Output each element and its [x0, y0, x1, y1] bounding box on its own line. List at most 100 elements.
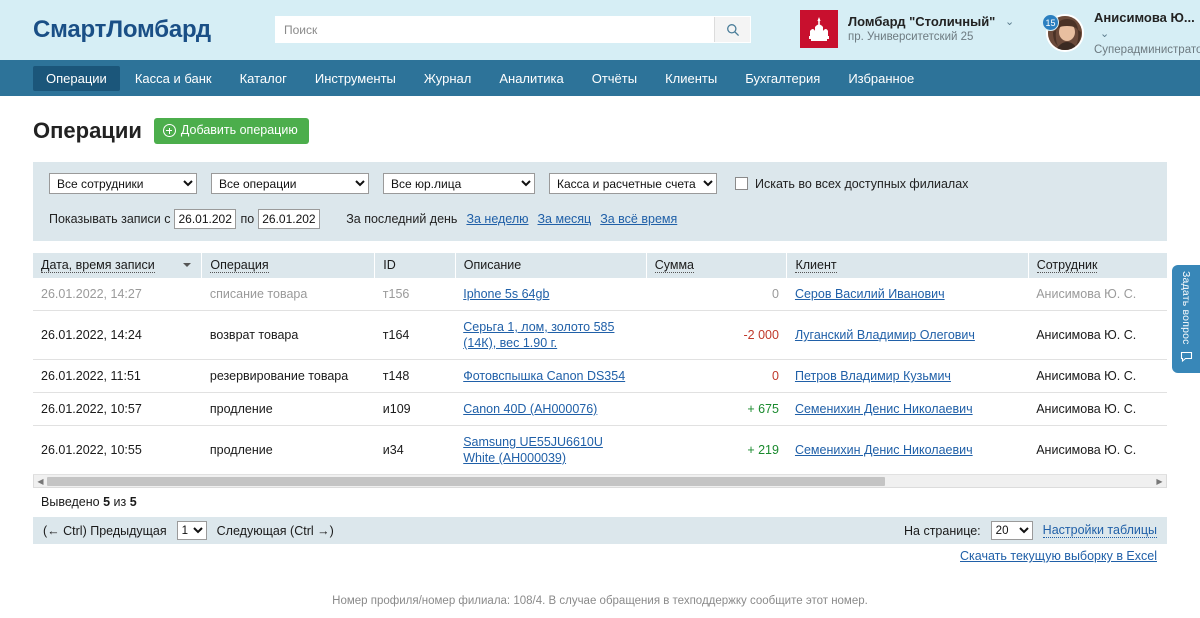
operation-filter-select[interactable]: Все операции [211, 173, 369, 194]
nav-item-analytics[interactable]: Аналитика [486, 66, 576, 91]
cell-client: Серов Василий Иванович [787, 278, 1028, 311]
cell-operation: продление [202, 426, 375, 475]
column-header-description[interactable]: Описание [455, 253, 646, 278]
nav-item-journal[interactable]: Журнал [411, 66, 484, 91]
branch-selector[interactable]: Ломбард "Столичный" ⌄ пр. Университетски… [800, 10, 1014, 48]
cell-description: Фотовспышка Canon DS354 [455, 360, 646, 393]
legal-entity-filter-select[interactable]: Все юр.лица [383, 173, 535, 194]
cell-date: 26.01.2022, 11:51 [33, 360, 202, 393]
description-link[interactable]: Фотовспышка Canon DS354 [463, 369, 625, 383]
nav-item-operations[interactable]: Операции [33, 66, 120, 91]
sort-desc-icon[interactable] [183, 263, 191, 267]
scroll-left-icon[interactable]: ◀ [34, 475, 47, 487]
branch-address: пр. Университетский 25 [848, 30, 1014, 44]
client-link[interactable]: Семенихин Денис Николаевич [795, 443, 973, 457]
cell-id: т164 [375, 311, 455, 360]
search-button[interactable] [714, 17, 750, 42]
page-footer: Номер профиля/номер филиала: 108/4. В сл… [33, 589, 1167, 618]
user-role: Суперадминистратор [1094, 43, 1200, 57]
cell-id: т148 [375, 360, 455, 393]
nav-item-catalog[interactable]: Каталог [227, 66, 300, 91]
plus-circle-icon [163, 124, 176, 137]
download-excel-link[interactable]: Скачать текущую выборку в Excel [960, 549, 1157, 563]
prev-page-button[interactable]: (← Ctrl) Предыдущая [43, 524, 167, 538]
cell-id: и34 [375, 426, 455, 475]
table-header-row: Дата, время записи Операция ID Описание … [33, 253, 1167, 278]
column-header-date[interactable]: Дата, время записи [33, 253, 202, 278]
cell-id: т156 [375, 278, 455, 311]
client-link[interactable]: Петров Владимир Кузьмич [795, 369, 951, 383]
column-header-amount[interactable]: Сумма [646, 253, 787, 278]
per-page-label: На странице: [904, 524, 981, 538]
page-number-select[interactable]: 1 [177, 521, 207, 540]
description-link[interactable]: Iphone 5s 64gb [463, 287, 549, 301]
client-link[interactable]: Луганский Владимир Олегович [795, 328, 975, 342]
cell-id: и109 [375, 393, 455, 426]
cell-operation: списание товара [202, 278, 375, 311]
footer-profile-line: Номер профиля/номер филиала: 108/4. В сл… [33, 589, 1167, 613]
client-link[interactable]: Серов Василий Иванович [795, 287, 945, 301]
column-header-operation[interactable]: Операция [202, 253, 375, 278]
cell-client: Луганский Владимир Олегович [787, 311, 1028, 360]
description-link[interactable]: Серьга 1, лом, золото 585 (14К), вес 1.9… [463, 320, 614, 350]
employee-filter-select[interactable]: Все сотрудники [49, 173, 197, 194]
scroll-right-icon[interactable]: ▶ [1153, 475, 1166, 487]
column-header-client[interactable]: Клиент [787, 253, 1028, 278]
date-to-label: по [240, 212, 254, 226]
nav-item-favorites[interactable]: Избранное [835, 66, 927, 91]
period-link-all[interactable]: За всё время [600, 212, 677, 226]
summary-total: 5 [130, 495, 137, 509]
client-link[interactable]: Семенихин Денис Николаевич [795, 402, 973, 416]
period-link-week[interactable]: За неделю [466, 212, 528, 226]
scroll-thumb[interactable] [47, 477, 885, 486]
column-header-id[interactable]: ID [375, 253, 455, 278]
ask-question-tab[interactable]: Задать вопрос [1172, 265, 1200, 373]
nav-item-tools[interactable]: Инструменты [302, 66, 409, 91]
date-to-input[interactable] [258, 209, 320, 229]
brand-logo: СмартЛомбард [33, 16, 211, 44]
cell-date: 26.01.2022, 14:24 [33, 311, 202, 360]
cell-amount: -2 000 [646, 311, 787, 360]
nav-item-reports[interactable]: Отчёты [579, 66, 650, 91]
table-row[interactable]: 26.01.2022, 14:27 списание товара т156 I… [33, 278, 1167, 311]
filter-panel: Все сотрудники Все операции Все юр.лица … [33, 162, 1167, 241]
cell-date: 26.01.2022, 10:55 [33, 426, 202, 475]
description-link[interactable]: Canon 40D (AH000076) [463, 402, 597, 416]
date-from-input[interactable] [174, 209, 236, 229]
chevron-down-icon[interactable]: ⌄ [1100, 28, 1109, 42]
add-operation-button[interactable]: Добавить операцию [154, 118, 309, 144]
user-menu[interactable]: 15 Анисимова Ю... ⌄ Суперадминистратор [1046, 10, 1200, 57]
cell-employee: Анисимова Ю. С. [1028, 360, 1167, 393]
nav-item-accounting[interactable]: Бухгалтерия [732, 66, 833, 91]
search-box[interactable] [275, 16, 751, 43]
search-icon [726, 23, 740, 37]
summary-middle: из [114, 495, 127, 509]
column-header-employee[interactable]: Сотрудник [1028, 253, 1167, 278]
description-link[interactable]: Samsung UE55JU6610U White (AH000039) [463, 435, 603, 465]
table-row[interactable]: 26.01.2022, 10:57 продление и109 Canon 4… [33, 393, 1167, 426]
search-input[interactable] [276, 17, 714, 42]
next-page-button[interactable]: Следующая (Ctrl →) [217, 524, 334, 538]
nav-item-cash-bank[interactable]: Касса и банк [122, 66, 225, 91]
table-settings-link[interactable]: Настройки таблицы [1043, 523, 1157, 538]
cell-employee: Анисимова Ю. С. [1028, 393, 1167, 426]
per-page-select[interactable]: 20 [991, 521, 1033, 540]
app-header: СмартЛомбард [0, 0, 1200, 60]
cash-account-filter-select[interactable]: Касса и расчетные счета [549, 173, 717, 194]
cell-description: Canon 40D (AH000076) [455, 393, 646, 426]
cell-description: Iphone 5s 64gb [455, 278, 646, 311]
summary-prefix: Выведено [41, 495, 100, 509]
all-branches-checkbox[interactable] [735, 177, 748, 190]
nav-item-clients[interactable]: Клиенты [652, 66, 730, 91]
chat-icon [1180, 350, 1193, 366]
period-link-month[interactable]: За месяц [538, 212, 592, 226]
cell-amount: 0 [646, 360, 787, 393]
add-operation-label: Добавить операцию [181, 124, 298, 137]
table-row[interactable]: 26.01.2022, 14:24 возврат товара т164 Се… [33, 311, 1167, 360]
table-row[interactable]: 26.01.2022, 10:55 продление и34 Samsung … [33, 426, 1167, 475]
chevron-down-icon[interactable]: ⌄ [1005, 16, 1014, 30]
horizontal-scrollbar[interactable]: ◀ ▶ [33, 475, 1167, 488]
cell-client: Петров Владимир Кузьмич [787, 360, 1028, 393]
all-branches-checkbox-wrap[interactable]: Искать во всех доступных филиалах [735, 177, 968, 191]
table-row[interactable]: 26.01.2022, 11:51 резервирование товара … [33, 360, 1167, 393]
